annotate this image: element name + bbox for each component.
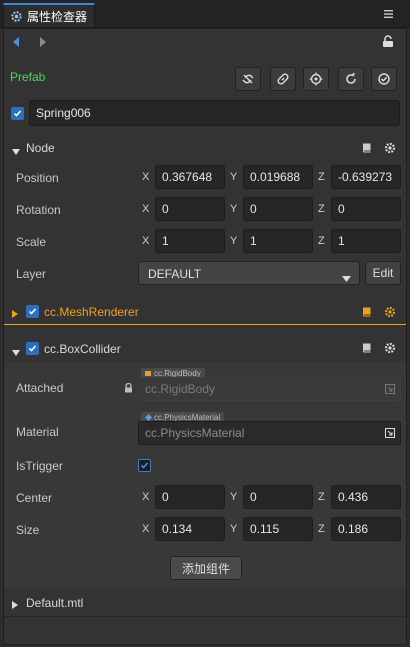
box-collider-toggle-icon[interactable]: [12, 345, 20, 359]
unlink-prefab-button[interactable]: [235, 67, 261, 91]
attached-field: cc.RigidBody: [138, 377, 401, 401]
rotation-y-input[interactable]: 0: [243, 197, 313, 221]
size-label: Size: [16, 523, 40, 537]
material-asset-value: cc.PhysicsMaterial: [145, 426, 245, 440]
size-z-input[interactable]: 0.186: [331, 517, 401, 541]
scale-label: Scale: [16, 235, 47, 249]
scale-x-axis-label: X: [142, 235, 150, 247]
position-label: Position: [16, 171, 59, 185]
nav-forward-icon[interactable]: [38, 36, 48, 51]
attached-locate-icon: [385, 383, 395, 397]
position-y-input[interactable]: 0.019688: [243, 165, 313, 189]
material-section-title[interactable]: Default.mtl: [26, 596, 83, 610]
physics-material-icon: [145, 414, 152, 421]
attached-field-value: cc.RigidBody: [145, 382, 216, 396]
material-asset-field[interactable]: cc.PhysicsMaterial: [138, 421, 401, 445]
center-x-input[interactable]: 0: [155, 485, 225, 509]
locate-prefab-button[interactable]: [303, 67, 329, 91]
size-y-input[interactable]: 0.115: [243, 517, 313, 541]
layer-select[interactable]: DEFAULT: [138, 261, 360, 285]
size-x-axis-label: X: [142, 523, 150, 535]
mesh-renderer-title[interactable]: cc.MeshRenderer: [44, 305, 139, 319]
chevron-down-icon: [342, 271, 351, 285]
layer-label: Layer: [16, 267, 47, 281]
inspector-gear-icon: [10, 10, 23, 23]
apply-prefab-button[interactable]: [371, 67, 397, 91]
is-trigger-checkbox[interactable]: [138, 459, 151, 472]
size-z-axis-label: Z: [318, 523, 325, 535]
box-collider-help-icon[interactable]: [361, 342, 373, 357]
mesh-renderer-underline: [4, 324, 406, 325]
center-z-input[interactable]: 0.436: [331, 485, 401, 509]
layer-edit-button[interactable]: Edit: [365, 261, 401, 285]
node-active-checkbox[interactable]: [11, 107, 24, 120]
position-x-input[interactable]: 0.367648: [155, 165, 225, 189]
tab-title: 属性检查器: [27, 9, 88, 24]
center-y-axis-label: Y: [230, 491, 238, 503]
size-x-input[interactable]: 0.134: [155, 517, 225, 541]
help-book-icon[interactable]: [361, 142, 373, 157]
position-z-input[interactable]: -0.639273: [331, 165, 401, 189]
center-x-axis-label: X: [142, 491, 150, 503]
scale-z-axis-label: Z: [318, 235, 325, 247]
attached-label: Attached: [16, 381, 64, 395]
attached-lock-icon: [124, 382, 133, 396]
layer-select-value: DEFAULT: [148, 267, 202, 281]
scale-x-input[interactable]: 1: [155, 229, 225, 253]
position-y-axis-label: Y: [230, 171, 238, 183]
material-locate-icon[interactable]: [385, 427, 395, 441]
mesh-renderer-expand-icon[interactable]: [12, 307, 18, 321]
rotation-z-input[interactable]: 0: [331, 197, 401, 221]
nav-back-icon[interactable]: [11, 36, 21, 51]
box-collider-gear-icon[interactable]: [384, 342, 396, 357]
is-trigger-label: IsTrigger: [16, 459, 63, 473]
center-z-axis-label: Z: [318, 491, 325, 503]
rotation-y-axis-label: Y: [230, 203, 238, 215]
material-section-divider: [4, 616, 406, 617]
position-z-axis-label: Z: [318, 171, 325, 183]
rotation-x-input[interactable]: 0: [155, 197, 225, 221]
rigidbody-icon: [145, 371, 151, 376]
node-section-toggle-icon[interactable]: [12, 144, 20, 158]
tab-bar: 属性检查器: [0, 0, 410, 28]
node-settings-gear-icon[interactable]: [384, 142, 396, 157]
mesh-renderer-help-icon[interactable]: [361, 306, 373, 321]
position-x-axis-label: X: [142, 171, 150, 183]
box-collider-enabled-checkbox[interactable]: [26, 342, 39, 355]
rotation-z-axis-label: Z: [318, 203, 325, 215]
mesh-renderer-gear-icon[interactable]: [384, 306, 396, 321]
size-y-axis-label: Y: [230, 523, 238, 535]
panel-menu-icon[interactable]: [384, 8, 394, 18]
node-name-input[interactable]: Spring006: [29, 100, 400, 126]
node-section-title[interactable]: Node: [26, 141, 55, 155]
box-collider-title[interactable]: cc.BoxCollider: [44, 342, 121, 356]
material-section-expand-icon[interactable]: [12, 598, 18, 612]
link-prefab-button[interactable]: [270, 67, 296, 91]
center-label: Center: [16, 491, 53, 505]
mesh-renderer-enabled-checkbox[interactable]: [26, 305, 39, 318]
prefab-label: Prefab: [10, 70, 46, 84]
revert-prefab-button[interactable]: [338, 67, 364, 91]
center-y-input[interactable]: 0: [243, 485, 313, 509]
lock-icon[interactable]: [382, 35, 395, 51]
rotation-label: Rotation: [16, 203, 61, 217]
rotation-x-axis-label: X: [142, 203, 150, 215]
tab-inspector[interactable]: 属性检查器: [3, 3, 95, 27]
scale-y-axis-label: Y: [230, 235, 238, 247]
add-component-button[interactable]: 添加组件: [170, 556, 242, 580]
scale-y-input[interactable]: 1: [243, 229, 313, 253]
scale-z-input[interactable]: 1: [331, 229, 401, 253]
material-label: Material: [16, 425, 59, 439]
